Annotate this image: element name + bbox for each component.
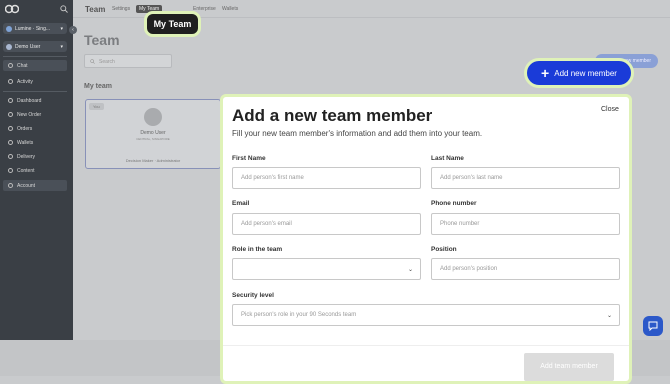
email-label: Email [232, 200, 250, 207]
my-team-callout[interactable]: My Team [144, 11, 201, 37]
sidebar-item-label: Chat [17, 62, 28, 69]
chat-icon [8, 63, 13, 68]
security-label: Security level [232, 292, 274, 299]
last-name-placeholder: Add person's last name [440, 175, 503, 181]
you-badge: You [89, 103, 104, 110]
divider [3, 91, 67, 92]
member-name: Demo User [140, 130, 166, 136]
sidebar-item-new-order[interactable]: New Order [3, 109, 67, 120]
security-select[interactable]: Pick person's role in your 90 Seconds te… [232, 304, 620, 326]
orders-icon [8, 126, 13, 131]
sidebar-item-label: Content [17, 167, 35, 174]
email-placeholder: Add person's email [241, 221, 292, 227]
user-name: Demo User [15, 43, 41, 50]
tab-wallets[interactable]: Wallets [222, 6, 238, 12]
avatar [6, 43, 12, 50]
sidebar-item-label: Delivery [17, 153, 36, 160]
sidebar-item-label: Wallets [17, 139, 34, 146]
add-team-member-button[interactable]: Add team member [524, 353, 614, 381]
search-icon[interactable] [60, 5, 68, 13]
phone-label: Phone number [431, 200, 477, 207]
modal-footer-divider [223, 345, 629, 346]
sidebar-item-label: New Order [17, 111, 42, 118]
sidebar-item-label: Activity [17, 78, 33, 85]
section-label: My team [84, 83, 113, 90]
chevron-down-icon: ▾ [60, 25, 63, 32]
user-switcher[interactable]: Demo User ▾ [3, 41, 67, 52]
activity-icon [8, 79, 13, 84]
wallets-icon [8, 140, 13, 145]
sidebar-item-orders[interactable]: Orders [3, 123, 67, 134]
workspace-name: Lumine · Sing... [15, 25, 51, 32]
sidebar-item-account[interactable]: Account [3, 180, 67, 191]
chat-icon [648, 321, 658, 331]
position-label: Position [431, 246, 457, 253]
search-input[interactable]: Search [84, 54, 172, 68]
modal-subtitle: Fill your new team member's information … [232, 129, 483, 138]
topbar-title: Team [85, 5, 106, 14]
sidebar-item-label: Account [17, 182, 36, 189]
first-name-label: First Name [232, 155, 266, 162]
account-icon [8, 183, 13, 188]
add-new-member-button[interactable]: + Add new member [524, 58, 634, 88]
member-card[interactable]: You Demo User CENTRAL, SINGAPORE Decisio… [85, 99, 221, 169]
chat-launcher-button[interactable] [643, 316, 663, 336]
dashboard-icon [8, 98, 13, 103]
divider [3, 56, 67, 57]
sidebar-item-wallets[interactable]: Wallets [3, 137, 67, 148]
page-title: Team [84, 32, 120, 48]
add-member-modal: Add a new team member Close Fill your ne… [220, 94, 632, 384]
role-label: Role in the team [232, 246, 283, 253]
sidebar: Lumine · Sing... ▾ Demo User ▾ ‹ Chat Ac… [0, 0, 77, 340]
role-select[interactable]: ⌄ [232, 258, 421, 280]
modal-title: Add a new team member [232, 106, 433, 125]
new-order-icon [8, 112, 13, 117]
phone-placeholder: Phone number [440, 221, 480, 227]
chevron-down-icon: ⌄ [407, 267, 413, 273]
close-button[interactable]: Close [601, 106, 619, 113]
first-name-placeholder: Add person's first name [241, 175, 304, 181]
phone-field[interactable]: Phone number [431, 213, 620, 235]
chevron-down-icon: ⌄ [606, 313, 612, 319]
logo-icon[interactable] [5, 4, 19, 14]
sidebar-item-chat[interactable]: Chat [3, 60, 67, 71]
security-placeholder: Pick person's role in your 90 Seconds te… [241, 312, 357, 318]
first-name-field[interactable]: Add person's first name [232, 167, 421, 189]
collapse-sidebar-button[interactable]: ‹ [69, 26, 77, 34]
member-role: Decision Maker · Administrator [125, 158, 181, 163]
chevron-down-icon: ▾ [60, 43, 63, 50]
tab-enterprise[interactable]: Enterprise [193, 6, 216, 12]
add-new-member-label: Add new member [554, 68, 617, 78]
search-placeholder: Search [99, 59, 115, 65]
workspace-switcher[interactable]: Lumine · Sing... ▾ [3, 23, 67, 34]
content-icon [8, 168, 13, 173]
plus-icon: + [541, 65, 550, 81]
avatar [144, 108, 162, 126]
sidebar-item-content[interactable]: Content [3, 165, 67, 176]
sidebar-item-label: Orders [17, 125, 33, 132]
sidebar-item-activity[interactable]: Activity [3, 76, 67, 87]
sidebar-item-delivery[interactable]: Delivery [3, 151, 67, 162]
tab-settings[interactable]: Settings [112, 6, 130, 12]
last-name-label: Last Name [431, 155, 464, 162]
sidebar-item-label: Dashboard [17, 97, 42, 104]
email-field[interactable]: Add person's email [232, 213, 421, 235]
delivery-icon [8, 154, 13, 159]
member-location: CENTRAL, SINGAPORE [136, 137, 170, 141]
workspace-avatar [6, 25, 12, 32]
last-name-field[interactable]: Add person's last name [431, 167, 620, 189]
search-icon [90, 59, 95, 64]
position-placeholder: Add person's position [440, 266, 498, 272]
sidebar-item-dashboard[interactable]: Dashboard [3, 95, 67, 106]
position-field[interactable]: Add person's position [431, 258, 620, 280]
